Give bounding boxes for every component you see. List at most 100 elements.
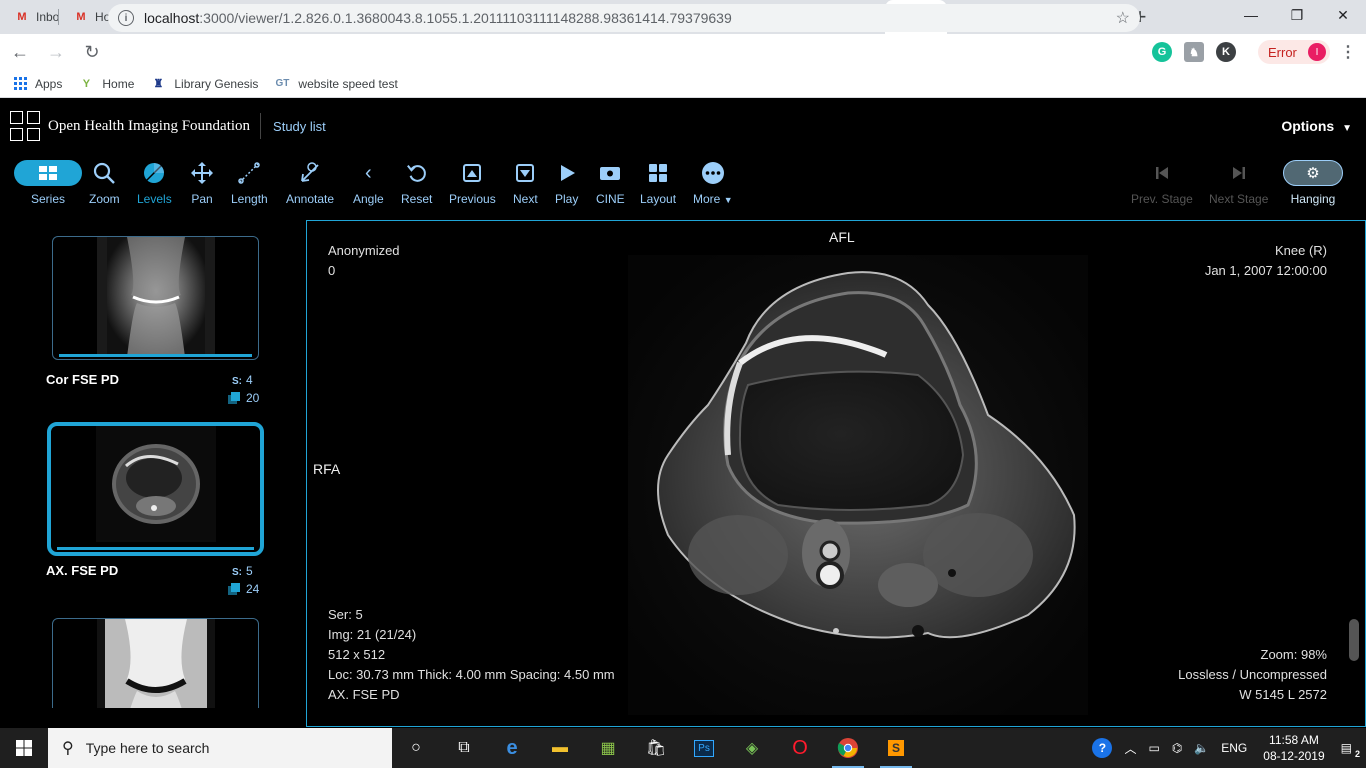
next-stage-button[interactable]: Next Stage (1209, 158, 1268, 206)
system-tray: ? ︿ ▭ ⌬ 🔈 ENG 11:58 AM 08-12-2019 ▤ 2 (1086, 728, 1366, 768)
series-description: Cor FSE PD (46, 372, 119, 387)
series-thumbnail-3[interactable] (52, 618, 259, 708)
reset-label: Reset (401, 192, 433, 206)
opera-icon[interactable]: O (776, 728, 824, 768)
chevron-up-icon[interactable]: ︿ (1124, 740, 1136, 757)
window-controls: — ❐ ✕ (1228, 0, 1366, 30)
grammarly-icon[interactable]: G (1152, 42, 1172, 62)
grid-icon (14, 160, 82, 186)
window-level: W 5145 L 2572 (1239, 687, 1327, 702)
battery-icon[interactable]: ▭ (1148, 741, 1159, 755)
play-button[interactable]: Play (555, 158, 578, 206)
reload-icon[interactable]: ↻ (76, 36, 108, 68)
apps-grid-icon (14, 77, 27, 90)
help-icon[interactable]: ? (1092, 738, 1113, 758)
step-up-icon (463, 164, 482, 182)
sublime-text-icon[interactable]: S (872, 728, 920, 768)
layout-button[interactable]: Layout (640, 158, 676, 206)
toolbar: Series Zoom Levels Pan Length Annotate ‹… (0, 154, 1366, 220)
thumbnail-image (96, 237, 215, 357)
series-number: S: 5 (232, 564, 253, 578)
spreadsheet-icon[interactable]: ▦ (584, 728, 632, 768)
gmail-icon: M (17, 11, 27, 23)
skip-back-icon (1155, 167, 1168, 179)
hanging-label: Hanging (1290, 192, 1336, 206)
levels-button[interactable]: Levels (137, 158, 172, 206)
bookmark-star-icon[interactable]: ☆ (1116, 8, 1130, 28)
image-stack-icon (228, 392, 240, 404)
series-info: Ser: 5 (328, 607, 363, 622)
close-window-icon[interactable]: ✕ (1320, 0, 1366, 30)
volume-muted-icon[interactable]: 🔈 (1194, 741, 1209, 755)
zoom-button[interactable]: Zoom (89, 158, 120, 206)
image-scrollbar-handle[interactable] (1349, 619, 1359, 661)
next-button[interactable]: Next (513, 158, 538, 206)
series-thumbnail-panel[interactable]: Cor FSE PD S: 4 20 AX. FSE PD S: 5 24 (0, 220, 306, 708)
browser-tab[interactable]: M Inbo (0, 0, 59, 34)
android-studio-icon[interactable]: ◈ (728, 728, 776, 768)
options-menu[interactable]: Options ▼ (1281, 118, 1352, 134)
task-view-icon[interactable]: ⧉ (440, 728, 488, 768)
angle-button[interactable]: ‹ Angle (353, 158, 384, 207)
url-host: localhost (144, 10, 200, 26)
series-button[interactable]: Series (14, 158, 82, 206)
app-title[interactable]: Open Health Imaging Foundation (48, 118, 250, 135)
extension-k-icon[interactable]: K (1216, 42, 1236, 62)
extension-icon[interactable]: ♞ (1184, 42, 1204, 62)
clock[interactable]: 11:58 AM 08-12-2019 (1263, 732, 1324, 764)
store-icon[interactable]: 🛍 (632, 728, 680, 768)
photoshop-icon[interactable]: Ps (680, 728, 728, 768)
length-label: Length (231, 192, 268, 206)
screen: MInboMHovGMPI✉(9,6§Ben❯can▣OHI●Gith●Get●… (0, 0, 1366, 768)
length-button[interactable]: Length (231, 158, 268, 206)
windows-start-icon[interactable] (0, 728, 48, 768)
profile-error-button[interactable]: Error I (1258, 40, 1330, 64)
study-list-link[interactable]: Study list (273, 119, 326, 134)
patient-name: Anonymized (328, 243, 400, 258)
play-label: Play (555, 192, 579, 206)
edge-icon[interactable]: e (488, 728, 536, 768)
network-icon[interactable]: ⌬ (1172, 741, 1182, 755)
orientation-left: RFA (313, 461, 341, 477)
file-explorer-icon[interactable]: ▬ (536, 728, 584, 768)
forward-icon[interactable]: → (40, 36, 72, 68)
series-thumbnail-ax-fse-pd[interactable] (47, 422, 264, 556)
chrome-icon[interactable] (824, 728, 872, 768)
series-number-value: 5 (246, 564, 253, 578)
image-info: Img: 21 (21/24) (328, 627, 417, 642)
cine-button[interactable]: CINE (596, 158, 625, 206)
compression-info: Lossless / Uncompressed (1178, 667, 1327, 682)
url-input[interactable]: i localhost:3000/viewer/1.2.826.0.1.3680… (108, 4, 1140, 32)
angle-label: Angle (353, 192, 384, 206)
bookmark-library-genesis[interactable]: ♜ Library Genesis (150, 76, 258, 92)
cortana-icon[interactable]: ○ (392, 728, 440, 768)
info-icon[interactable]: i (118, 10, 134, 26)
image-viewport[interactable]: AFL RFA Anonymized 0 Knee (R) Jan 1, 200… (306, 220, 1366, 727)
bookmark-website-speed-test[interactable]: GT website speed test (274, 76, 397, 92)
study-description: Knee (R) (1274, 243, 1327, 258)
series-thumbnail-cor-fse-pd[interactable] (52, 236, 259, 360)
previous-button[interactable]: Previous (449, 158, 496, 206)
bookmarks-bar: Apps Y Home ♜ Library Genesis GT website… (0, 70, 1366, 98)
ohif-logo-icon[interactable] (10, 111, 40, 141)
bookmark-home[interactable]: Y Home (78, 76, 135, 92)
series-number-value: 4 (246, 373, 253, 387)
series-label: Series (30, 192, 65, 206)
maximize-icon[interactable]: ❐ (1274, 0, 1320, 30)
minimize-icon[interactable]: — (1228, 0, 1274, 30)
options-label: Options (1281, 118, 1335, 134)
taskbar-search-input[interactable]: ⚲ Type here to search (48, 728, 392, 768)
bookmark-apps[interactable]: Apps (14, 77, 62, 91)
prev-stage-button[interactable]: Prev. Stage (1131, 158, 1193, 206)
thumbnail-progress-bar (57, 547, 254, 550)
hanging-button[interactable]: ⚙ Hanging (1283, 158, 1343, 206)
pan-button[interactable]: Pan (190, 158, 214, 206)
bookmark-label: website speed test (298, 76, 398, 91)
more-button[interactable]: More ▼ (693, 158, 733, 206)
reset-button[interactable]: Reset (401, 158, 432, 206)
browser-menu-icon[interactable]: ⋮ (1340, 42, 1356, 62)
back-icon[interactable]: ← (4, 36, 36, 68)
language-indicator[interactable]: ENG (1221, 741, 1247, 755)
notifications-icon[interactable]: ▤ 2 (1341, 741, 1360, 759)
annotate-button[interactable]: Annotate (286, 158, 334, 206)
